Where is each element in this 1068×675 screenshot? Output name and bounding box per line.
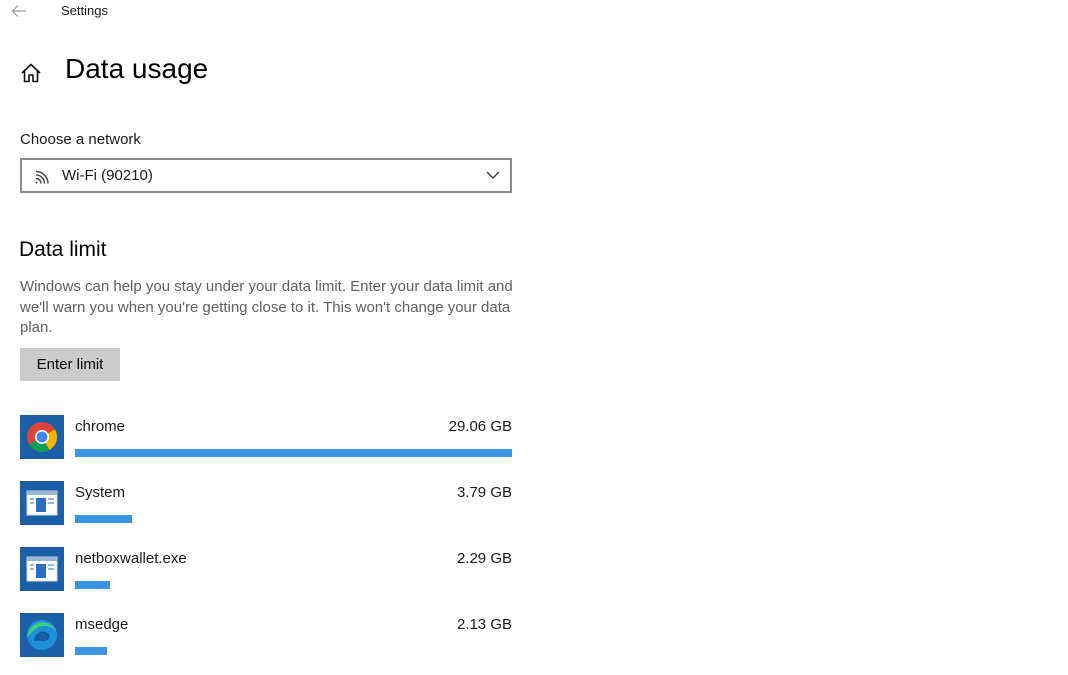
data-limit-description: Windows can help you stay under your dat… — [20, 278, 513, 336]
app-usage-amount: 29.06 GB — [448, 418, 512, 435]
enter-limit-button[interactable]: Enter limit — [20, 348, 120, 381]
system-window-icon — [20, 547, 64, 591]
home-icon[interactable] — [19, 61, 43, 85]
usage-bar — [75, 647, 107, 655]
app-usage-row-netboxwallet[interactable]: netboxwallet.exe 2.29 GB — [20, 547, 512, 593]
app-usage-row-msedge[interactable]: msedge 2.13 GB — [20, 613, 512, 659]
wifi-icon — [35, 170, 49, 184]
app-name: chrome — [75, 418, 126, 435]
window-title: Settings — [61, 3, 108, 18]
back-arrow-icon — [11, 5, 26, 17]
app-usage-row-chrome[interactable]: chrome 29.06 GB — [20, 415, 512, 461]
chevron-down-icon — [486, 171, 500, 179]
network-selected-value: Wi-Fi (90210) — [62, 167, 153, 184]
network-dropdown[interactable]: Wi-Fi (90210) — [20, 158, 512, 193]
edge-icon — [20, 613, 64, 657]
chrome-icon — [20, 415, 64, 459]
title-bar: Settings — [0, 0, 1068, 24]
app-name: netboxwallet.exe — [75, 550, 187, 567]
app-usage-amount: 2.29 GB — [456, 550, 512, 567]
app-name: msedge — [75, 616, 129, 633]
usage-bar — [75, 515, 132, 523]
usage-bar — [75, 581, 110, 589]
app-usage-row-system[interactable]: System 3.79 GB — [20, 481, 512, 527]
network-label: Choose a network — [20, 131, 141, 148]
app-usage-amount: 2.13 GB — [456, 616, 512, 633]
page-title: Data usage — [65, 53, 209, 84]
data-limit-heading: Data limit — [19, 238, 107, 261]
usage-bar — [75, 449, 512, 457]
system-window-icon — [20, 481, 64, 525]
app-name: System — [75, 484, 126, 501]
back-button[interactable] — [8, 1, 30, 21]
app-usage-amount: 3.79 GB — [456, 484, 512, 501]
